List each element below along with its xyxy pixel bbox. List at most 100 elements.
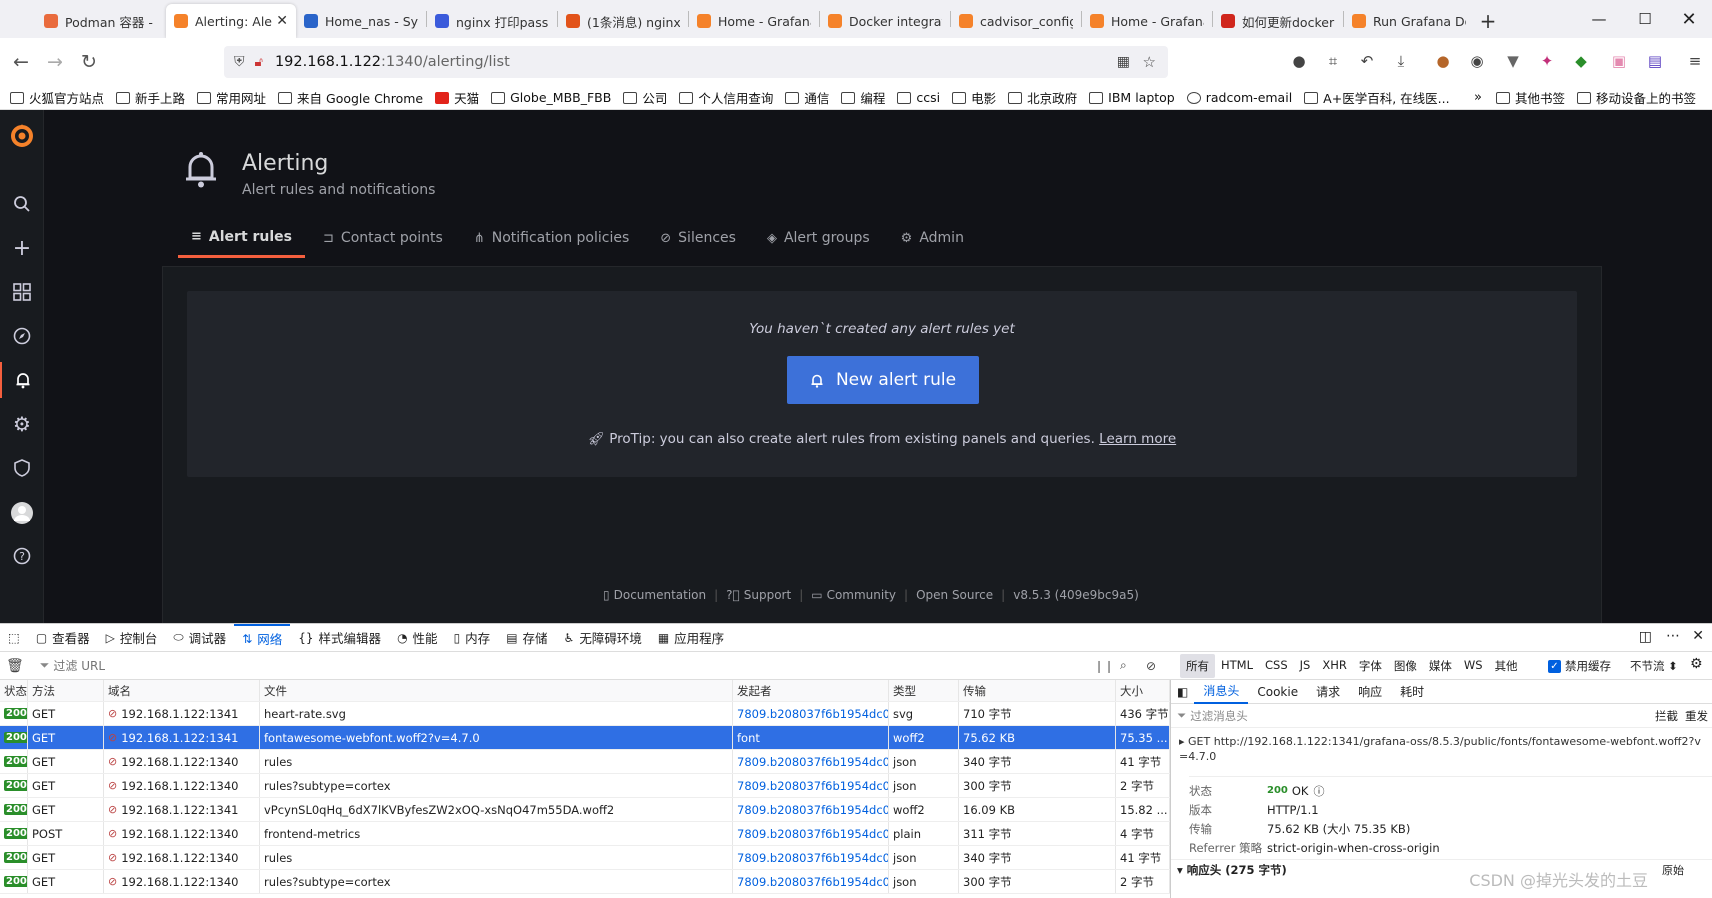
bookmark-item[interactable]: Globe_MBB_FBB [491, 90, 611, 105]
column-header[interactable]: 状态 [0, 680, 28, 701]
extension-green-icon[interactable]: ◆ [1570, 50, 1592, 72]
initiator-cell[interactable]: 7809.b208037f6b1954dc0... [733, 774, 889, 797]
devtools-tab[interactable]: ⬭调试器 [165, 624, 234, 652]
browser-tab[interactable]: Docker integrat [820, 4, 950, 38]
download-icon[interactable]: ⤓ [1390, 50, 1412, 72]
bookmark-item[interactable]: 常用网址 [197, 88, 266, 107]
type-filter-button[interactable]: WS [1458, 654, 1489, 678]
pause-icon[interactable]: ❘❘ [1094, 659, 1114, 673]
browser-tab[interactable]: nginx 打印pass [427, 4, 557, 38]
new-alert-rule-button[interactable]: New alert rule [787, 356, 979, 404]
browser-tab[interactable]: Podman 容器 - [36, 4, 166, 38]
table-row[interactable]: 200GET⊘192.168.1.122:1341vPcynSL0qHq_6dX… [0, 798, 1170, 822]
devtools-tab[interactable]: ▯内存 [446, 624, 499, 652]
extension-icon[interactable]: ● [1288, 50, 1310, 72]
table-row[interactable]: 200GET⊘192.168.1.122:1340rules?subtype=c… [0, 774, 1170, 798]
devtools-tab[interactable]: ◔性能 [389, 624, 446, 652]
type-filter-button[interactable]: XHR [1316, 654, 1353, 678]
bookmark-star-icon[interactable]: ☆ [1143, 53, 1156, 71]
browser-tab[interactable]: Home - Grafana [689, 4, 819, 38]
initiator-cell[interactable]: 7809.b208037f6b1954dc0... [733, 798, 889, 821]
disable-cache-toggle[interactable]: ✓ 禁用缓存 [1548, 658, 1611, 674]
tab-contact-points[interactable]: ⊐Contact points [310, 218, 456, 258]
raw-toggle[interactable]: 原始 [1662, 862, 1684, 878]
type-filter-button[interactable]: 图像 [1388, 654, 1423, 678]
detail-tab[interactable]: 请求 [1307, 680, 1349, 704]
search-icon[interactable] [0, 186, 44, 222]
column-header[interactable]: 方法 [28, 680, 104, 701]
devtools-tab[interactable]: ▢查看器 [28, 624, 98, 652]
devtools-tab[interactable]: ▤存储 [498, 624, 555, 652]
intercept-button[interactable]: 拦截 [1655, 708, 1678, 724]
dock-icon[interactable]: ◫ [1639, 629, 1652, 645]
type-filter-button[interactable]: CSS [1259, 654, 1294, 678]
element-picker-icon[interactable]: ⬚ [0, 624, 28, 652]
devtools-tab[interactable]: ▷控制台 [98, 624, 166, 652]
block-icon[interactable]: ⊘ [1146, 659, 1156, 673]
settings-gear-icon[interactable]: ⚙ [0, 406, 44, 442]
bookmark-item[interactable]: 北京政府 [1008, 88, 1077, 107]
avatar[interactable] [0, 495, 44, 531]
table-row[interactable]: 200GET⊘192.168.1.122:1341heart-rate.svg7… [0, 702, 1170, 726]
type-filter-button[interactable]: 所有 [1180, 654, 1215, 678]
initiator-cell[interactable]: 7809.b208037f6b1954dc0... [733, 750, 889, 773]
browser-tab[interactable]: (1条消息) nginx [558, 4, 688, 38]
browser-tab[interactable]: Run Grafana Do [1344, 4, 1474, 38]
filter-headers-input[interactable]: 过滤消息头 [1190, 708, 1248, 724]
trash-icon[interactable]: 🗑︎ [6, 658, 24, 674]
shield-icon[interactable]: ⛨ [234, 54, 245, 70]
column-header[interactable]: 大小 [1116, 680, 1170, 701]
bookmark-item[interactable]: 其他书签 [1496, 88, 1565, 107]
bookmark-item[interactable]: A+医学百科, 在线医... [1304, 88, 1449, 107]
browser-tab[interactable]: Home - Grafana [1082, 4, 1212, 38]
undo-icon[interactable]: ↶ [1356, 50, 1378, 72]
toggle-sidebar-icon[interactable]: ◧ [1171, 685, 1194, 699]
help-icon[interactable]: ⓘ [1313, 783, 1324, 799]
extension-cookie-icon[interactable]: ● [1432, 50, 1454, 72]
devtools-tab[interactable]: ♿︎无障碍环境 [556, 624, 650, 652]
bookmark-item[interactable]: 来自 Google Chrome [278, 88, 423, 107]
reload-icon[interactable]: ↻ [72, 45, 106, 79]
expand-icon[interactable]: ▸ [1179, 735, 1185, 748]
more-options-icon[interactable]: ⋯ [1666, 628, 1680, 644]
close-tab-icon[interactable]: ✕ [276, 13, 288, 29]
type-filter-button[interactable]: 字体 [1353, 654, 1388, 678]
crop-icon[interactable]: ⌗ [1322, 50, 1344, 72]
table-row[interactable]: 200GET⊘192.168.1.122:1340rules?subtype=c… [0, 870, 1170, 894]
type-filter-button[interactable]: JS [1294, 654, 1317, 678]
devtools-tab[interactable]: ▦应用程序 [650, 624, 732, 652]
tab-alert-groups[interactable]: ◈Alert groups [754, 218, 883, 258]
filter-url-input[interactable] [53, 659, 353, 673]
alerting-bell-icon[interactable] [0, 362, 44, 398]
bookmark-item[interactable]: 个人信用查询 [679, 88, 773, 107]
bookmark-item[interactable]: 公司 [623, 88, 667, 107]
column-header[interactable]: 文件 [260, 680, 733, 701]
type-filter-button[interactable]: 媒体 [1423, 654, 1458, 678]
table-row[interactable]: 200POST⊘192.168.1.122:1340frontend-metri… [0, 822, 1170, 846]
grafana-logo-icon[interactable] [0, 118, 44, 154]
network-settings-icon[interactable]: ⚙ [1690, 656, 1703, 672]
help-icon[interactable]: ? [0, 538, 44, 574]
table-row[interactable]: 200GET⊘192.168.1.122:1341fontawesome-web… [0, 726, 1170, 750]
insecure-lock-icon[interactable]: 🔓︎ [255, 55, 263, 70]
extension-pink-icon[interactable]: ▣ [1608, 50, 1630, 72]
devtools-tab[interactable]: ⇅网络 [234, 624, 290, 652]
table-row[interactable]: 200GET⊘192.168.1.122:1340rules7809.b2080… [0, 846, 1170, 870]
devtools-tab[interactable]: {}样式编辑器 [290, 624, 389, 652]
bookmark-item[interactable]: 通信 [785, 88, 829, 107]
initiator-cell[interactable]: 7809.b208037f6b1954dc0... [733, 870, 889, 893]
extension-glasses-icon[interactable]: ◉ [1466, 50, 1488, 72]
bookmark-item[interactable]: 移动设备上的书签 [1577, 88, 1696, 107]
initiator-cell[interactable]: 7809.b208037f6b1954dc0... [733, 846, 889, 869]
maximize-icon[interactable]: ☐ [1622, 0, 1668, 38]
explore-compass-icon[interactable] [0, 318, 44, 354]
detail-tab[interactable]: Cookie [1248, 680, 1307, 704]
learn-more-link[interactable]: Learn more [1099, 431, 1176, 447]
footer-community[interactable]: Community [827, 588, 896, 602]
bookmark-item[interactable]: 天猫 [435, 88, 479, 107]
resend-button[interactable]: 重发 [1685, 708, 1708, 724]
close-devtools-icon[interactable]: ✕ [1692, 628, 1704, 644]
tab-silences[interactable]: ⊘Silences [647, 218, 749, 258]
bookmark-item[interactable]: 新手上路 [116, 88, 185, 107]
table-row[interactable]: 200GET⊘192.168.1.122:1340rules7809.b2080… [0, 750, 1170, 774]
